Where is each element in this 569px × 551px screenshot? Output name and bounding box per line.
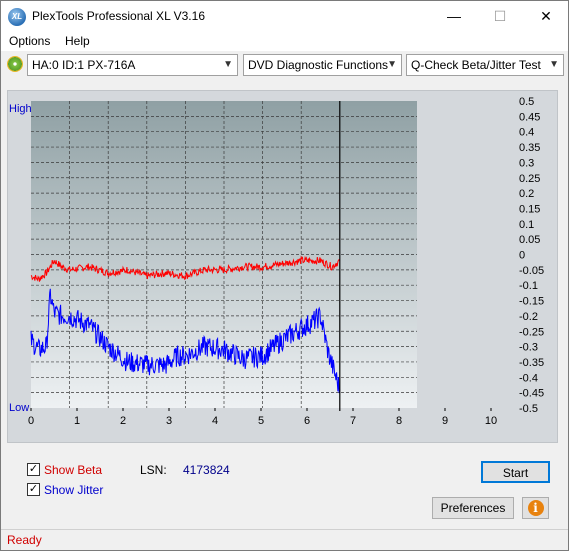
- menu-help[interactable]: Help: [65, 34, 90, 48]
- x-tick-label: 8: [396, 415, 402, 427]
- disc-drive-icon: [7, 56, 23, 72]
- y-tick-label: -0.4: [519, 372, 538, 384]
- beta-jitter-chart: 0 1 2 3 4 5 6 7 8 9 10 0.5 0.45 0.4 0.35 0.3 0.25 0.2 0.1…: [9, 96, 544, 427]
- window-title: PlexTools Professional XL V3.16: [32, 9, 205, 23]
- title-bar: XL PlexTools Professional XL V3.16 — ☐ ✕: [0, 0, 569, 31]
- x-tick-label: 3: [166, 415, 172, 427]
- x-tick-label: 6: [304, 415, 310, 427]
- x-tick-label: 2: [120, 415, 126, 427]
- chevron-down-icon: ▼: [549, 59, 559, 70]
- y-tick-label: -0.3: [519, 342, 538, 354]
- status-bar: Ready: [1, 529, 568, 550]
- chart-low-label: Low: [9, 402, 29, 414]
- y-tick-label: 0.5: [519, 96, 534, 108]
- x-tick-label: 9: [442, 415, 448, 427]
- toolbar: HA:0 ID:1 PX-716A ▼ DVD Diagnostic Funct…: [0, 51, 569, 79]
- info-button[interactable]: i: [522, 497, 549, 519]
- drive-select[interactable]: HA:0 ID:1 PX-716A ▼: [27, 54, 238, 76]
- chart-high-label: High: [9, 103, 32, 115]
- chevron-down-icon: ▼: [223, 59, 233, 70]
- y-tick-label: -0.45: [519, 388, 544, 400]
- info-icon: i: [527, 500, 544, 516]
- show-beta-label[interactable]: Show Beta: [44, 463, 102, 477]
- maximize-button[interactable]: ☐: [477, 1, 523, 31]
- x-tick-label: 1: [74, 415, 80, 427]
- lsn-value: 4173824: [183, 463, 230, 477]
- show-jitter-label[interactable]: Show Jitter: [44, 483, 103, 497]
- y-tick-label: 0.45: [519, 111, 540, 123]
- drive-select-value: HA:0 ID:1 PX-716A: [32, 58, 136, 72]
- y-tick-label: 0.1: [519, 219, 534, 231]
- y-tick-label: 0.35: [519, 142, 540, 154]
- preferences-button[interactable]: Preferences: [432, 497, 514, 519]
- x-tick-label: 4: [212, 415, 218, 427]
- start-button[interactable]: Start: [481, 461, 550, 483]
- y-tick-label: -0.5: [519, 403, 538, 415]
- app-logo-icon: XL: [8, 8, 26, 26]
- y-tick-label: -0.25: [519, 326, 544, 338]
- function-select[interactable]: DVD Diagnostic Functions ▼: [243, 54, 402, 76]
- function-select-value: DVD Diagnostic Functions: [248, 58, 389, 72]
- y-tick-label: -0.2: [519, 311, 538, 323]
- test-select[interactable]: Q-Check Beta/Jitter Test ▼: [406, 54, 564, 76]
- y-tick-label: -0.1: [519, 280, 538, 292]
- y-tick-label: 0.4: [519, 127, 534, 139]
- y-tick-label: -0.05: [519, 265, 544, 277]
- lsn-label: LSN:: [140, 463, 167, 477]
- close-button[interactable]: ✕: [523, 1, 569, 31]
- y-tick-label: -0.35: [519, 357, 544, 369]
- chart-panel: 0 1 2 3 4 5 6 7 8 9 10 0.5 0.45 0.4 0.35 0.3 0.25 0.2 0.1…: [7, 90, 558, 443]
- x-tick-label: 7: [350, 415, 356, 427]
- menu-options[interactable]: Options: [9, 34, 50, 48]
- minimize-button[interactable]: —: [431, 1, 477, 31]
- y-tick-label: 0.15: [519, 203, 540, 215]
- y-tick-label: 0.05: [519, 234, 540, 246]
- chevron-down-icon: ▼: [387, 59, 397, 70]
- show-jitter-checkbox[interactable]: ✓: [27, 483, 40, 496]
- y-tick-label: 0.3: [519, 157, 534, 169]
- show-beta-checkbox[interactable]: ✓: [27, 463, 40, 476]
- y-tick-label: 0.2: [519, 188, 534, 200]
- test-select-value: Q-Check Beta/Jitter Test: [411, 58, 541, 72]
- y-tick-label: 0.25: [519, 173, 540, 185]
- x-tick-label: 10: [485, 415, 497, 427]
- status-text: Ready: [7, 533, 42, 547]
- y-tick-label: -0.15: [519, 296, 544, 308]
- y-tick-label: 0: [519, 250, 525, 262]
- x-tick-label: 0: [28, 415, 34, 427]
- menu-bar: Options Help: [0, 31, 569, 51]
- x-tick-label: 5: [258, 415, 264, 427]
